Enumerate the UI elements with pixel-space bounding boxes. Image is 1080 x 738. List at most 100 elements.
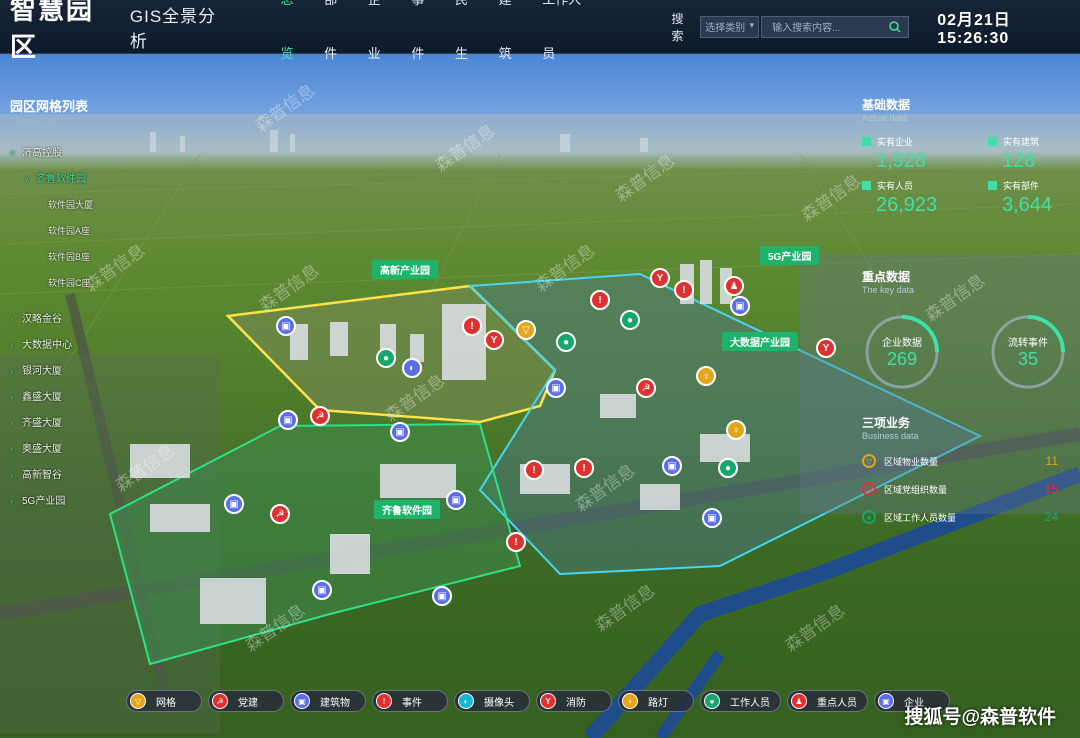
app-subtitle: GIS全景分析 [129, 6, 217, 51]
building-pin[interactable]: ▣ [546, 378, 566, 398]
building-pin[interactable]: ▣ [446, 490, 466, 510]
nav-overview[interactable]: 总览 [270, 0, 314, 81]
event-pin[interactable]: ! [462, 316, 482, 336]
worker-pin[interactable]: ● [376, 348, 396, 368]
tree-item[interactable]: › 奥盛大厦 [0, 436, 130, 462]
party-icon: ☭ [212, 693, 228, 709]
chevron-right-icon: › [10, 314, 13, 324]
key-data-subtitle: The key data [862, 285, 915, 295]
nav-events[interactable]: 事件 [401, 0, 445, 81]
key-data-title: 重点数据 [862, 270, 911, 284]
top-header: 智慧园区 GIS全景分析 总览 部件 企业 事件 民生 建筑 工作人员 搜索 选… [0, 0, 1080, 62]
chevron-right-icon: › [10, 340, 13, 350]
chevron-right-icon: › [10, 418, 13, 428]
party-pin[interactable]: ☭ [270, 504, 290, 524]
tree-item[interactable]: › 汉略金谷 [0, 306, 130, 332]
area-label-5g[interactable]: 5G产业园 [760, 246, 820, 265]
legend-key-person[interactable]: ♟ 重点人员 [787, 690, 868, 712]
key-data-rings: 企业数据 269 流转事件 35 [862, 312, 1072, 392]
chevron-right-icon: › [10, 366, 13, 376]
nav-enterprise[interactable]: 企业 [358, 0, 402, 81]
enterprise-icon [862, 137, 871, 146]
tree-item[interactable]: › 银河大厦 [0, 358, 130, 384]
key-person-pin[interactable]: ♟ [724, 276, 744, 296]
legend-streetlight[interactable]: ♀ 路灯 [618, 690, 694, 712]
tree-item[interactable]: › 齐盛大厦 [0, 410, 130, 436]
event-pin[interactable]: ! [590, 290, 610, 310]
tree-item[interactable]: 软件园A座 [0, 218, 130, 244]
event-pin[interactable]: ! [674, 280, 694, 300]
chevron-right-icon: › [10, 392, 13, 402]
basic-stats: 实有企业 1,928 实有建筑 128 实有人员 26,923 实有部件 3,6… [862, 135, 1072, 217]
nav-staff[interactable]: 工作人员 [532, 0, 599, 81]
search-input[interactable]: 输入搜索内容... [761, 15, 910, 38]
tree-item[interactable]: › 大数据中心 [0, 332, 130, 358]
biz-row-staff: ● 区域工作人员数量 24 [862, 503, 1072, 531]
building-pin[interactable]: ▣ [730, 296, 750, 316]
legend-worker[interactable]: ● 工作人员 [700, 690, 781, 712]
nav-buildings[interactable]: 建筑 [489, 0, 533, 81]
legend-camera[interactable]: ◐ 摄像头 [454, 690, 530, 712]
basic-data-title: 基础数据 [862, 98, 911, 112]
building-pin[interactable]: ▣ [432, 586, 452, 606]
event-pin[interactable]: ! [524, 460, 544, 480]
building-pin[interactable]: ▣ [278, 410, 298, 430]
search-label: 搜索 [671, 11, 684, 43]
grid-icon: ▽ [130, 693, 146, 709]
chevron-right-icon: › [10, 496, 13, 506]
chevron-down-icon: ˅ [24, 174, 30, 184]
fire-pin[interactable]: Y [816, 338, 836, 358]
nav-components[interactable]: 部件 [314, 0, 358, 81]
party-pin[interactable]: ☭ [310, 406, 330, 426]
fire-pin[interactable]: Y [650, 268, 670, 288]
legend-building[interactable]: ▣ 建筑物 [290, 690, 366, 712]
tree-item[interactable]: › 5G产业园 [0, 488, 130, 514]
grid-list-panel: 园区网格列表 The grid list ˅ 济高控股 ˅ 齐鲁软件园 软件园大厦 … [0, 96, 130, 514]
event-pin[interactable]: ! [574, 458, 594, 478]
tree-item[interactable]: › 高新智谷 [0, 462, 130, 488]
building-pin[interactable]: ▣ [224, 494, 244, 514]
building-pin[interactable]: ▣ [662, 456, 682, 476]
grid-pin[interactable]: ▽ [516, 320, 536, 340]
streetlight-pin[interactable]: ♀ [696, 366, 716, 386]
legend-event[interactable]: ! 事件 [372, 690, 448, 712]
tree-item[interactable]: 软件园大厦 [0, 192, 130, 218]
legend-fire[interactable]: Y 消防 [536, 690, 612, 712]
chevron-down-icon: ▾ [749, 19, 755, 30]
streetlight-pin[interactable]: ♀ [726, 420, 746, 440]
tree-item[interactable]: ˅ 济高控股 [0, 140, 130, 166]
area-label-qilu[interactable]: 齐鲁软件园 [374, 500, 440, 519]
category-select[interactable]: 选择类别 ▾ [700, 15, 760, 38]
fire-pin[interactable]: Y [484, 330, 504, 350]
building-pin[interactable]: ▣ [312, 580, 332, 600]
legend-grid[interactable]: ▽ 网格 [126, 690, 202, 712]
area-label-gaoxin[interactable]: 高新产业园 [372, 260, 438, 279]
tree-item[interactable]: › 鑫盛大厦 [0, 384, 130, 410]
nav-livelihood[interactable]: 民生 [445, 0, 489, 81]
building-pin[interactable]: ▣ [702, 508, 722, 528]
stat-enterprises: 实有企业 1,928 [862, 135, 988, 173]
area-label-bigdata[interactable]: 大数据产业园 [722, 332, 798, 351]
category-select-value: 选择类别 [705, 23, 746, 34]
grid-tree: ˅ 济高控股 ˅ 齐鲁软件园 软件园大厦 软件园A座 软件园B座 软件园C座 › 汉略… [0, 140, 130, 514]
legend-party[interactable]: ☭ 党建 [208, 690, 284, 712]
enterprise-icon: ▣ [878, 693, 894, 709]
key-person-icon: ♟ [791, 693, 807, 709]
chevron-right-icon: › [10, 444, 13, 454]
worker-pin[interactable]: ● [718, 458, 738, 478]
worker-pin[interactable]: ● [620, 310, 640, 330]
building-pin[interactable]: ▣ [276, 316, 296, 336]
party-pin[interactable]: ☭ [636, 378, 656, 398]
grid-list-title: 园区网格列表 [10, 99, 89, 114]
tree-item[interactable]: 软件园B座 [0, 244, 130, 270]
tree-item[interactable]: 软件园C座 [0, 270, 130, 296]
building-pin[interactable]: ▣ [390, 422, 410, 442]
tree-item[interactable]: ˅ 齐鲁软件园 [0, 166, 130, 192]
camera-pin[interactable]: ◐ [402, 358, 422, 378]
datetime: 02月21日 15:26:30 [937, 11, 1011, 47]
building-icon: ▣ [294, 693, 310, 709]
event-pin[interactable]: ! [506, 532, 526, 552]
component-icon [988, 181, 997, 190]
search-icon[interactable] [888, 20, 902, 37]
worker-pin[interactable]: ● [556, 332, 576, 352]
